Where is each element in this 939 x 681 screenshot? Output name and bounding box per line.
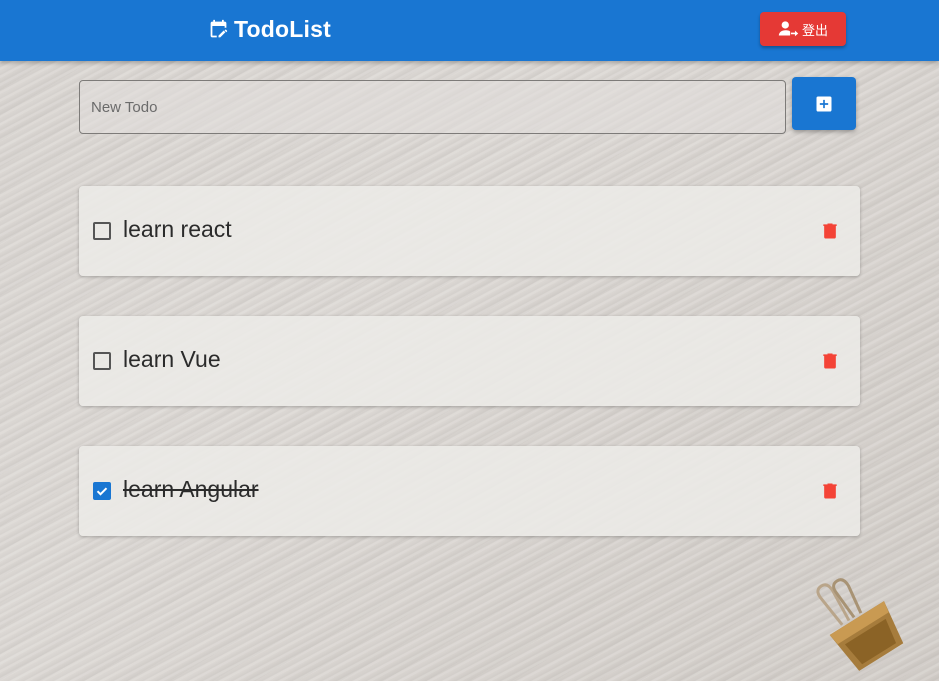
logout-label: 登出: [801, 22, 828, 38]
todo-text: learn Vue: [123, 346, 221, 372]
logout-button[interactable]: 登出: [760, 12, 846, 46]
todo-item: learn Vue: [79, 316, 860, 406]
new-todo-input[interactable]: [80, 81, 785, 133]
checkbox-blank-outline-icon[interactable]: [93, 352, 111, 370]
account-arrow-right-icon: [778, 21, 799, 37]
todo-item: learn Angular: [79, 446, 860, 536]
trash-can-icon: [823, 483, 837, 499]
checkbox-marked-icon[interactable]: [93, 482, 111, 500]
todo-item: learn react: [79, 186, 860, 276]
calendar-edit-icon: [210, 19, 228, 38]
brand: TodoList: [208, 16, 331, 43]
trash-can-icon: [823, 223, 837, 239]
add-todo-button[interactable]: [792, 77, 856, 130]
todo-text: learn Angular: [123, 476, 259, 502]
check-icon: [96, 487, 108, 496]
todo-text: learn react: [123, 216, 232, 242]
app-bar: TodoList 登出: [0, 0, 939, 61]
new-todo-field[interactable]: [79, 80, 786, 134]
binder-clip-icon: [816, 578, 904, 671]
trash-can-icon: [823, 353, 837, 369]
delete-button[interactable]: [820, 221, 840, 241]
plus-box-icon: [816, 96, 832, 111]
delete-button[interactable]: [820, 481, 840, 501]
app-title: TodoList: [234, 16, 331, 42]
checkbox-blank-outline-icon[interactable]: [93, 222, 111, 240]
delete-button[interactable]: [820, 351, 840, 371]
